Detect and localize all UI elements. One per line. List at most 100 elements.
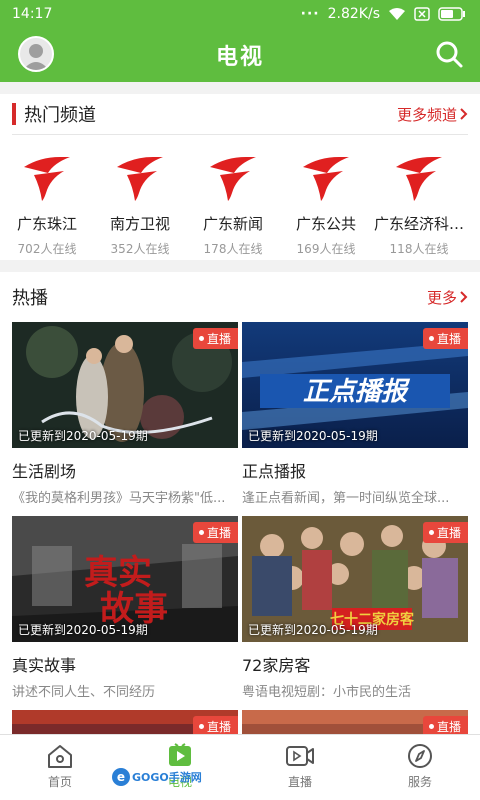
svg-text:真实: 真实 xyxy=(84,553,152,593)
live-label: 直播 xyxy=(206,720,231,734)
live-badge: 直播 xyxy=(422,328,468,349)
status-bar: 14:17 ··· 2.82K/s xyxy=(0,0,480,28)
live-label: 直播 xyxy=(436,526,461,540)
nav-home-label: 首页 xyxy=(47,775,72,789)
channel-online-count: 118人在线 xyxy=(389,242,449,256)
nav-live-label: 直播 xyxy=(287,775,312,789)
show-card[interactable]: 真实 故事 直播 已更新到2020-05-19期 真实故事 讲述不同人生、不同经… xyxy=(12,516,238,700)
live-dot-icon xyxy=(428,336,434,341)
watermark-logo: e GOGO手游网 xyxy=(112,768,202,786)
hot-title: 热播 xyxy=(12,288,48,309)
show-card[interactable]: 七十二家房客 直播 已更新到2020-05-19期 72家房客 粤语电视短剧：小… xyxy=(242,516,468,700)
live-label: 直播 xyxy=(436,332,461,346)
channel-name: 广东珠江 xyxy=(16,215,77,233)
show-thumbnail: 直播 已更新到2020-05-19期 xyxy=(12,322,238,448)
chevron-right-icon xyxy=(460,291,468,303)
live-dot-icon xyxy=(198,336,204,341)
update-info: 已更新到2020-05-19期 xyxy=(248,623,378,637)
channel-online-count: 169人在线 xyxy=(296,242,356,256)
hot-channels-section: 热门频道 更多频道 广东珠江 702人在线 南方卫视 352人在线 广东新闻 1… xyxy=(0,94,480,260)
more-shows-label: 更多 xyxy=(426,288,457,307)
live-label: 直播 xyxy=(436,720,461,734)
watermark-text: GOGO手游网 xyxy=(132,771,202,784)
hot-shows-section: 热播 更多 直播 已更新到2020-05-19期 生活剧场 《我的莫格利男孩》马… xyxy=(0,272,480,734)
show-thumbnail: 正点播报 直播 已更新到2020-05-19期 xyxy=(242,322,468,448)
show-thumbnail: 直播 xyxy=(242,710,468,734)
compass-icon xyxy=(408,744,432,768)
channel-online-count: 702人在线 xyxy=(17,242,77,256)
more-channels-label: 更多频道 xyxy=(396,105,457,124)
show-thumbnail: 七十二家房客 直播 已更新到2020-05-19期 xyxy=(242,516,468,642)
watermark-e-icon: e xyxy=(112,768,130,786)
home-icon xyxy=(48,745,72,768)
nav-live[interactable]: 直播 xyxy=(240,735,360,800)
channel-item[interactable]: 广东珠江 702人在线 xyxy=(1,153,93,257)
channel-online-count: 352人在线 xyxy=(110,242,170,256)
live-badge: 直播 xyxy=(192,716,238,734)
user-avatar[interactable] xyxy=(18,36,54,72)
channel-name: 广东经济科… xyxy=(374,215,464,233)
channel-name: 广东公共 xyxy=(295,215,356,233)
battery-icon xyxy=(438,7,466,21)
update-info: 已更新到2020-05-19期 xyxy=(248,429,378,443)
wifi-icon xyxy=(388,7,406,21)
svg-text:正点播报: 正点播报 xyxy=(303,377,411,407)
channels-header: 热门频道 更多频道 xyxy=(0,94,480,134)
show-card[interactable]: 直播 xyxy=(12,710,238,734)
show-thumbnail: 直播 xyxy=(12,710,238,734)
tv-play-icon xyxy=(169,743,191,766)
show-title: 正点播报 xyxy=(242,462,307,481)
live-dot-icon xyxy=(198,530,204,535)
live-camera-icon xyxy=(286,746,314,766)
live-badge: 直播 xyxy=(422,716,468,734)
channels-title-wrap: 热门频道 xyxy=(12,101,96,127)
more-channels-link[interactable]: 更多频道 xyxy=(397,104,468,125)
show-title: 72家房客 xyxy=(242,656,311,675)
channels-title: 热门频道 xyxy=(24,105,96,126)
channel-item[interactable]: 广东公共 169人在线 xyxy=(280,153,372,257)
channel-item[interactable]: 广东经济科… 118人在线 xyxy=(373,153,465,257)
channel-item[interactable]: 广东新闻 178人在线 xyxy=(187,153,279,257)
channel-list: 广东珠江 702人在线 南方卫视 352人在线 广东新闻 178人在线 广东公共… xyxy=(0,135,480,257)
channel-logo-icon xyxy=(396,157,442,201)
show-description: 粤语电视短剧：小市民的生活 xyxy=(242,685,412,700)
nav-home[interactable]: 首页 xyxy=(0,735,120,800)
show-card[interactable]: 直播 xyxy=(242,710,468,734)
section-marker xyxy=(12,103,16,125)
search-button[interactable] xyxy=(434,39,464,69)
nav-service[interactable]: 服务 xyxy=(360,735,480,800)
channel-online-count: 178人在线 xyxy=(203,242,263,256)
live-dot-icon xyxy=(198,724,204,729)
live-badge: 直播 xyxy=(192,522,238,543)
live-label: 直播 xyxy=(206,332,231,346)
update-info: 已更新到2020-05-19期 xyxy=(18,623,148,637)
top-bar: 14:17 ··· 2.82K/s 电视 xyxy=(0,0,480,82)
show-description: 逢正点看新闻，第一时间纵览全球... xyxy=(242,491,450,506)
show-thumbnail: 真实 故事 直播 已更新到2020-05-19期 xyxy=(12,516,238,642)
app-header: 电视 xyxy=(0,28,480,82)
show-title: 真实故事 xyxy=(12,656,77,675)
channel-name: 广东新闻 xyxy=(202,215,263,233)
page-title: 电视 xyxy=(215,45,264,70)
more-shows-link[interactable]: 更多 xyxy=(427,287,468,308)
show-title: 生活剧场 xyxy=(12,462,77,481)
hot-header: 热播 更多 xyxy=(0,272,480,322)
show-description: 讲述不同人生、不同经历 xyxy=(12,685,156,700)
update-info: 已更新到2020-05-19期 xyxy=(18,429,148,443)
nav-service-label: 服务 xyxy=(407,775,432,789)
show-card[interactable]: 正点播报 直播 已更新到2020-05-19期 正点播报 逢正点看新闻，第一时间… xyxy=(242,322,468,506)
bottom-navigation: 首页 电视 直播 服务 xyxy=(0,734,480,800)
channel-item[interactable]: 南方卫视 352人在线 xyxy=(94,153,186,257)
live-badge: 直播 xyxy=(192,328,238,349)
channel-logo-icon xyxy=(117,157,163,201)
avatar-icon xyxy=(23,44,49,70)
channel-logo-icon xyxy=(303,157,349,201)
live-badge: 直播 xyxy=(422,522,468,543)
show-card[interactable]: 直播 已更新到2020-05-19期 生活剧场 《我的莫格利男孩》马天宇杨紫"低… xyxy=(12,322,238,506)
channel-logo-icon xyxy=(24,157,70,201)
channel-name: 南方卫视 xyxy=(109,215,170,233)
channel-logo-icon xyxy=(210,157,256,201)
live-dot-icon xyxy=(428,530,434,535)
no-sim-icon xyxy=(414,7,430,21)
show-description: 《我的莫格利男孩》马天宇杨紫"低... xyxy=(12,491,226,506)
